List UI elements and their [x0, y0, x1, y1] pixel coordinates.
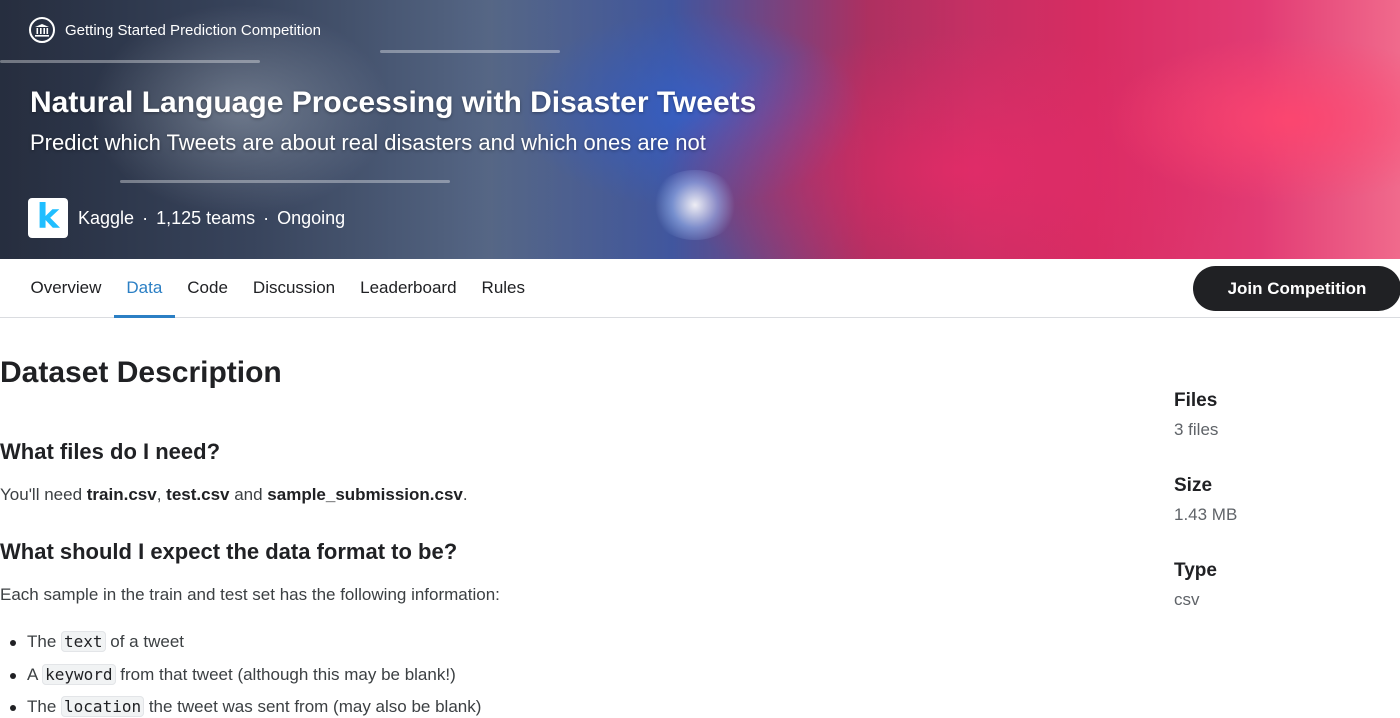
inline-code: text [61, 631, 106, 652]
competition-subtitle: Predict which Tweets are about real disa… [30, 130, 706, 155]
list-item: The text of a tweet [0, 630, 481, 663]
tab-data[interactable]: Data [113, 259, 175, 318]
tab-code[interactable]: Code [175, 259, 241, 317]
page-title: Dataset Description [0, 356, 282, 389]
tabs: Overview Data Code Discussion Leaderboar… [18, 259, 538, 318]
tab-overview[interactable]: Overview [18, 259, 114, 317]
kaggle-logo-icon[interactable]: k [28, 198, 68, 238]
meta-files: Files 3 files [1174, 390, 1218, 440]
hero-banner: Getting Started Prediction Competition N… [0, 0, 1400, 259]
format-description: Each sample in the train and test set ha… [0, 585, 500, 604]
field-list: The text of a tweet A keyword from that … [0, 630, 481, 718]
list-item: A keyword from that tweet (although this… [0, 663, 481, 696]
competition-title: Natural Language Processing with Disaste… [30, 86, 757, 119]
section-heading-files: What files do I need? [0, 439, 221, 464]
file-name: train.csv [86, 485, 157, 504]
bank-icon [29, 17, 55, 43]
competition-status: Ongoing [277, 207, 346, 228]
join-competition-button[interactable]: Join Competition [1193, 266, 1400, 311]
files-needed-text: You'll need train.csv, test.csv and samp… [0, 485, 468, 504]
tab-leaderboard[interactable]: Leaderboard [348, 259, 469, 317]
list-item: The location the tweet was sent from (ma… [0, 695, 481, 718]
inline-code: location [61, 696, 145, 717]
meta-value: 3 files [1174, 420, 1219, 439]
meta-size: Size 1.43 MB [1174, 475, 1237, 525]
tab-discussion[interactable]: Discussion [240, 259, 347, 317]
tab-bar: Overview Data Code Discussion Leaderboar… [0, 259, 1400, 318]
section-heading-format: What should I expect the data format to … [0, 539, 458, 564]
host-name[interactable]: Kaggle [78, 208, 134, 229]
file-name: sample_submission.csv [267, 485, 463, 504]
separator: · [263, 207, 270, 228]
meta-label: Type [1174, 560, 1217, 581]
competition-type-label: Getting Started Prediction Competition [65, 21, 321, 39]
meta-type: Type csv [1174, 560, 1217, 610]
separator: · [142, 207, 149, 228]
meta-value: csv [1174, 590, 1200, 609]
tab-rules[interactable]: Rules [469, 259, 537, 317]
competition-type: Getting Started Prediction Competition [29, 17, 321, 43]
meta-value: 1.43 MB [1174, 505, 1238, 524]
meta-label: Files [1174, 390, 1218, 411]
inline-code: keyword [42, 663, 116, 685]
meta-label: Size [1174, 475, 1213, 496]
host-row: k Kaggle · 1,125 teams · Ongoing [28, 198, 345, 238]
teams-count[interactable]: 1,125 teams [156, 208, 255, 229]
file-name: test.csv [166, 485, 230, 504]
